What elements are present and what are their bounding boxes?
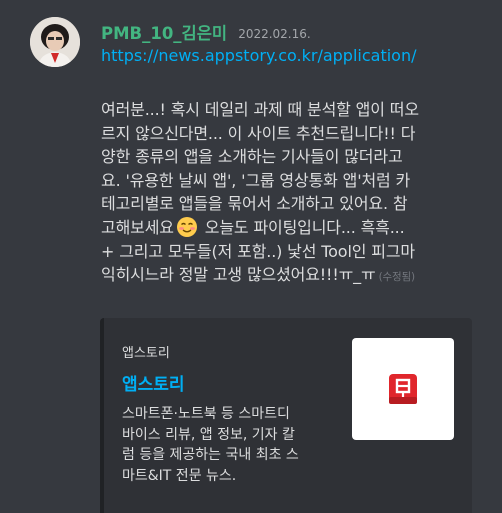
message-line: 테고리별로 앱들을 묶어서 소개하고 있어요. 참	[101, 194, 408, 214]
timestamp: 2022.02.16.	[238, 27, 311, 41]
link-embed: 앱스토리 앱스토리 스마트폰·노트북 등 스마트디 바이스 리뷰, 앱 정보, …	[100, 318, 472, 513]
message-line: + 그리고 모두들(저 포함..) 낯선 Tool인 피그마	[101, 241, 415, 261]
edited-label: (수정됨)	[378, 271, 416, 284]
message-text: 고해보세요	[101, 217, 174, 237]
message-body: 여러분...! 혹시 데일리 과제 때 분석할 앱이 떠오 르지 않으신다면..…	[101, 98, 481, 290]
message-line: 양한 종류의 앱을 소개하는 기사들이 많더라고	[101, 147, 403, 167]
message-line: 여러분...! 혹시 데일리 과제 때 분석할 앱이 떠오	[101, 100, 419, 119]
appstory-logo-icon	[389, 374, 417, 404]
message-link[interactable]: https://news.appstory.co.kr/application/	[101, 46, 416, 65]
message-line-last: 익히시느라 정말 고생 많으셨어요!!!ㅠ_ㅠ (수정됨)	[101, 263, 481, 290]
embed-description-line: 럼 등을 제공하는 국내 최초 스	[122, 447, 299, 463]
chat-message: PMB_10_김은미 2022.02.16. https://news.apps…	[0, 0, 502, 513]
message-text: 오늘도 파이팅입니다... 흑흑...	[199, 217, 405, 237]
username[interactable]: PMB_10_김은미	[101, 24, 227, 43]
message-line: 르지 않으신다면... 이 사이트 추천드립니다!! 다	[101, 123, 416, 143]
embed-description: 스마트폰·노트북 등 스마트디 바이스 리뷰, 앱 정보, 기자 칼 럼 등을 …	[122, 404, 352, 486]
embed-provider[interactable]: 앱스토리	[122, 342, 170, 361]
embed-description-line: 바이스 리뷰, 앱 정보, 기자 칼	[122, 426, 295, 443]
smiling-face-with-blush-emoji-icon	[176, 216, 197, 237]
embed-thumbnail[interactable]	[352, 338, 454, 440]
avatar-image	[30, 17, 80, 67]
embed-description-line: 마트&IT 전문 뉴스.	[122, 467, 237, 484]
message-line-with-emoji: 고해보세요 오늘도 파이팅입니다... 흑흑...	[101, 216, 481, 240]
message-line: 요. '유용한 날씨 앱', '그룹 영상통화 앱'처럼 카	[101, 170, 411, 190]
embed-description-line: 스마트폰·노트북 등 스마트디	[122, 406, 290, 422]
message-header: PMB_10_김은미 2022.02.16.	[101, 20, 311, 44]
message-text: 익히시느라 정말 고생 많으셨어요!!!ㅠ_ㅠ	[101, 265, 376, 285]
embed-title[interactable]: 앱스토리	[122, 370, 185, 395]
avatar[interactable]	[30, 17, 80, 67]
